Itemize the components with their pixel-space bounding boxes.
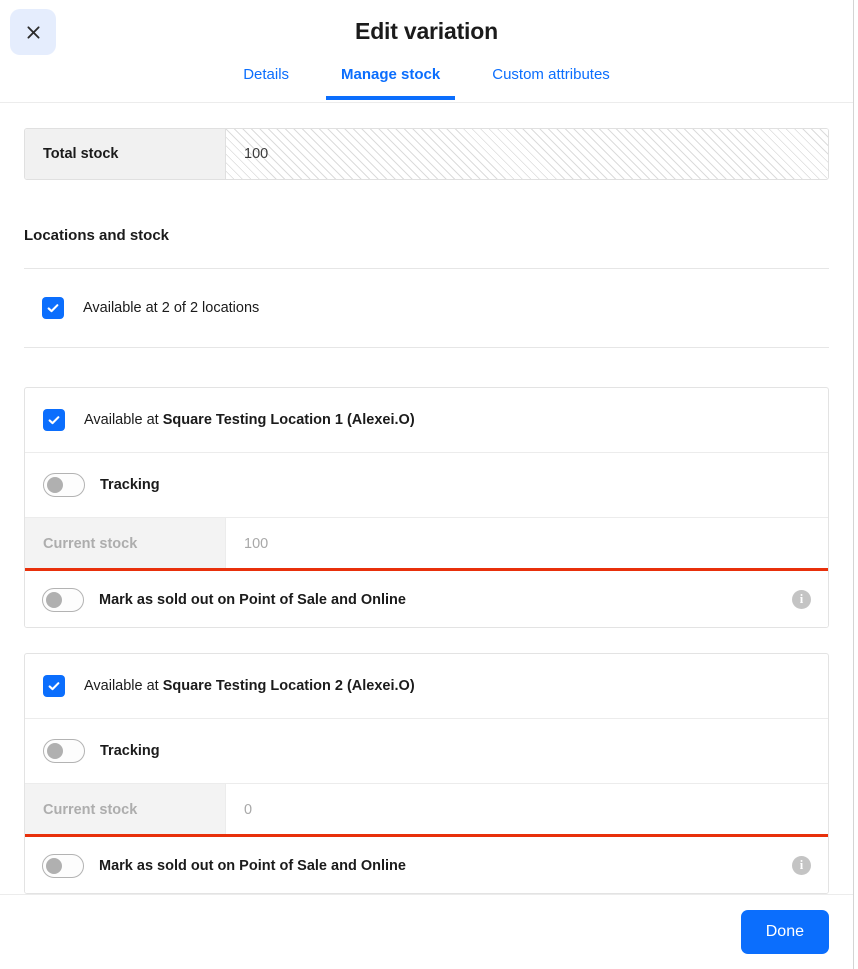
tab-custom-attributes[interactable]: Custom attributes — [466, 62, 636, 100]
page-title: Edit variation — [355, 18, 498, 44]
current-stock-label: Current stock — [25, 784, 226, 836]
current-stock-value: 100 — [226, 518, 828, 570]
location-card: Available at Square Testing Location 1 (… — [24, 387, 829, 628]
modal-footer: Done — [0, 894, 853, 969]
tracking-toggle[interactable] — [43, 739, 85, 763]
mark-sold-out-label: Mark as sold out on Point of Sale and On… — [99, 857, 406, 874]
location-availability-label: Available at Square Testing Location 2 (… — [84, 678, 415, 694]
mark-sold-out-row[interactable]: Mark as sold out on Point of Sale and On… — [25, 568, 828, 627]
mark-sold-out-label: Mark as sold out on Point of Sale and On… — [99, 591, 406, 608]
tab-manage-stock[interactable]: Manage stock — [315, 62, 466, 100]
master-row-divider — [24, 347, 829, 348]
info-icon[interactable]: i — [792, 856, 811, 875]
current-stock-field: Current stock 0 — [25, 784, 828, 837]
total-stock-value: 100 — [226, 129, 828, 179]
info-icon[interactable]: i — [792, 590, 811, 609]
toggle-knob — [47, 743, 63, 759]
checkmark-icon — [48, 416, 60, 425]
checkmark-icon — [48, 682, 60, 691]
tracking-label: Tracking — [100, 477, 160, 493]
current-stock-value: 0 — [226, 784, 828, 836]
location-availability-checkbox[interactable] — [43, 675, 65, 697]
location-availability-label: Available at Square Testing Location 1 (… — [84, 412, 415, 428]
mark-sold-out-toggle[interactable] — [42, 587, 84, 612]
total-stock-field: Total stock 100 — [24, 128, 829, 180]
tab-details[interactable]: Details — [217, 62, 315, 100]
location-availability-checkbox[interactable] — [43, 409, 65, 431]
master-availability-label: Available at 2 of 2 locations — [83, 300, 260, 316]
modal-header: Edit variation Details Manage stock Cust… — [0, 0, 853, 103]
available-prefix: Available at — [84, 412, 163, 428]
done-button[interactable]: Done — [740, 910, 829, 954]
current-stock-field: Current stock 100 — [25, 518, 828, 571]
location-card: Available at Square Testing Location 2 (… — [24, 653, 829, 894]
tracking-label: Tracking — [100, 743, 160, 759]
tracking-toggle[interactable] — [43, 473, 85, 497]
location-availability-row[interactable]: Available at Square Testing Location 2 (… — [25, 654, 828, 719]
master-availability-checkbox[interactable] — [42, 297, 64, 319]
tab-bar: Details Manage stock Custom attributes — [0, 62, 853, 100]
modal-body: Total stock 100 Locations and stock Avai… — [0, 103, 853, 894]
total-stock-label: Total stock — [25, 129, 226, 179]
tracking-row[interactable]: Tracking — [25, 453, 828, 518]
locations-section-heading: Locations and stock — [24, 227, 170, 244]
tracking-row[interactable]: Tracking — [25, 719, 828, 784]
toggle-knob — [46, 857, 62, 874]
location-name: Square Testing Location 1 (Alexei.O) — [162, 412, 415, 428]
mark-sold-out-row[interactable]: Mark as sold out on Point of Sale and On… — [25, 834, 828, 893]
toggle-knob — [47, 477, 63, 493]
location-name: Square Testing Location 2 (Alexei.O) — [162, 678, 415, 694]
checkmark-icon — [47, 304, 59, 313]
master-availability-row[interactable]: Available at 2 of 2 locations — [24, 269, 829, 347]
location-availability-row[interactable]: Available at Square Testing Location 1 (… — [25, 388, 828, 453]
current-stock-label: Current stock — [25, 518, 226, 570]
edit-variation-modal: Edit variation Details Manage stock Cust… — [0, 0, 854, 969]
available-prefix: Available at — [84, 678, 163, 694]
toggle-knob — [46, 591, 62, 608]
mark-sold-out-toggle[interactable] — [42, 853, 84, 878]
